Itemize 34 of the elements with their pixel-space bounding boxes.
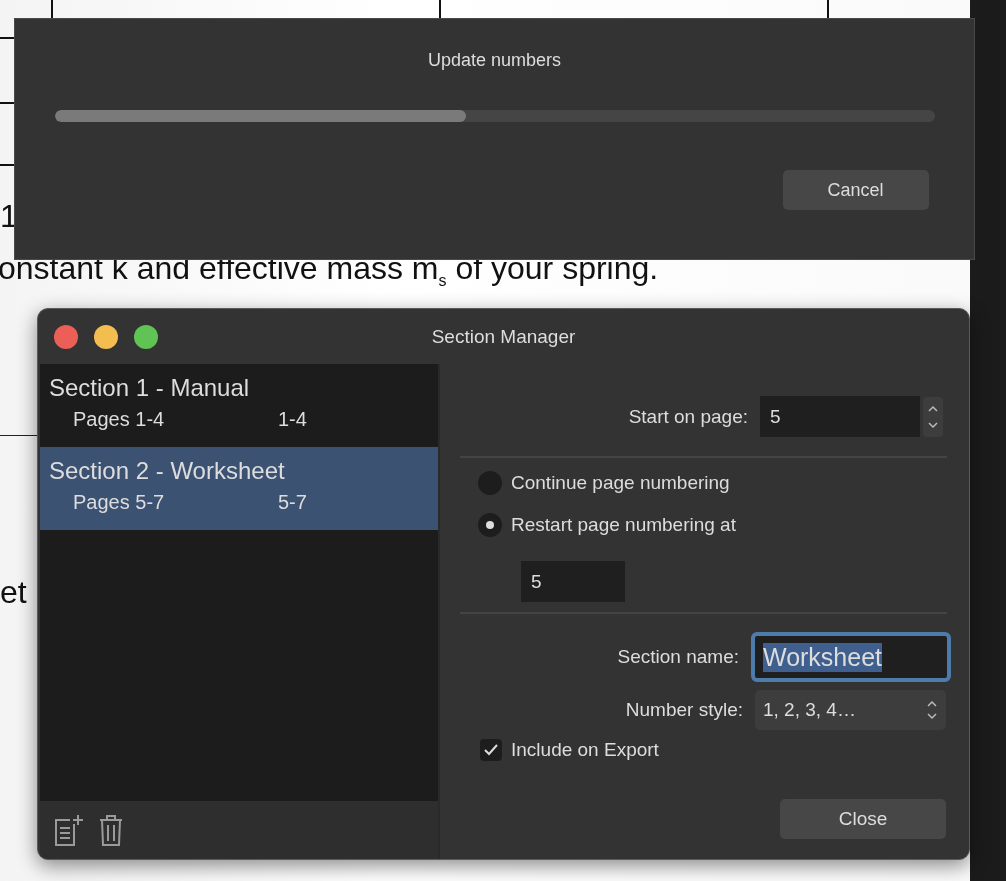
radio-label: Continue page numbering bbox=[511, 472, 730, 494]
section-row[interactable]: Section 1 - Manual Pages 1-4 1-4 bbox=[40, 364, 438, 447]
field-label: Number style: bbox=[625, 699, 743, 721]
section-name-field[interactable]: Worksheet bbox=[751, 632, 951, 682]
zoom-button[interactable] bbox=[134, 324, 158, 349]
document-text: 1 bbox=[0, 198, 18, 234]
trash-icon[interactable] bbox=[98, 814, 124, 846]
dialog-title: Update numbers bbox=[427, 50, 562, 71]
chevron-up-down-icon bbox=[926, 699, 938, 721]
section-name: Section 1 - Manual bbox=[49, 373, 250, 403]
close-button[interactable] bbox=[54, 324, 78, 349]
radio-label: Restart page numbering at bbox=[511, 514, 736, 536]
field-label: Start on page: bbox=[628, 405, 748, 428]
cancel-button[interactable]: Cancel bbox=[782, 170, 929, 210]
section-row[interactable]: Section 2 - Worksheet Pages 5-7 5-7 bbox=[40, 447, 438, 530]
field-label: Section name: bbox=[617, 646, 739, 668]
page-range: 1-4 bbox=[278, 407, 307, 432]
close-dialog-button[interactable]: Close bbox=[780, 799, 946, 839]
start-page-field[interactable]: 5 bbox=[760, 396, 920, 437]
add-page-icon[interactable] bbox=[54, 814, 84, 846]
document-text: et bbox=[0, 574, 27, 611]
section-name: Section 2 - Worksheet bbox=[49, 456, 285, 486]
checkbox-label: Include on Export bbox=[511, 739, 659, 761]
checkmark-icon bbox=[484, 744, 498, 756]
radio-button[interactable] bbox=[478, 513, 502, 537]
page-range: 5-7 bbox=[278, 490, 307, 515]
page-range-label: Pages 1-4 bbox=[73, 407, 166, 432]
number-style-popup[interactable]: 1, 2, 3, 4… bbox=[755, 690, 946, 730]
restart-number-field[interactable]: 5 bbox=[521, 561, 625, 602]
stepper-icon[interactable] bbox=[923, 396, 943, 437]
minimize-button[interactable] bbox=[94, 324, 118, 349]
checkbox[interactable] bbox=[480, 739, 502, 761]
page-range-label: Pages 5-7 bbox=[73, 490, 166, 515]
window-title: Section Manager bbox=[431, 325, 576, 347]
